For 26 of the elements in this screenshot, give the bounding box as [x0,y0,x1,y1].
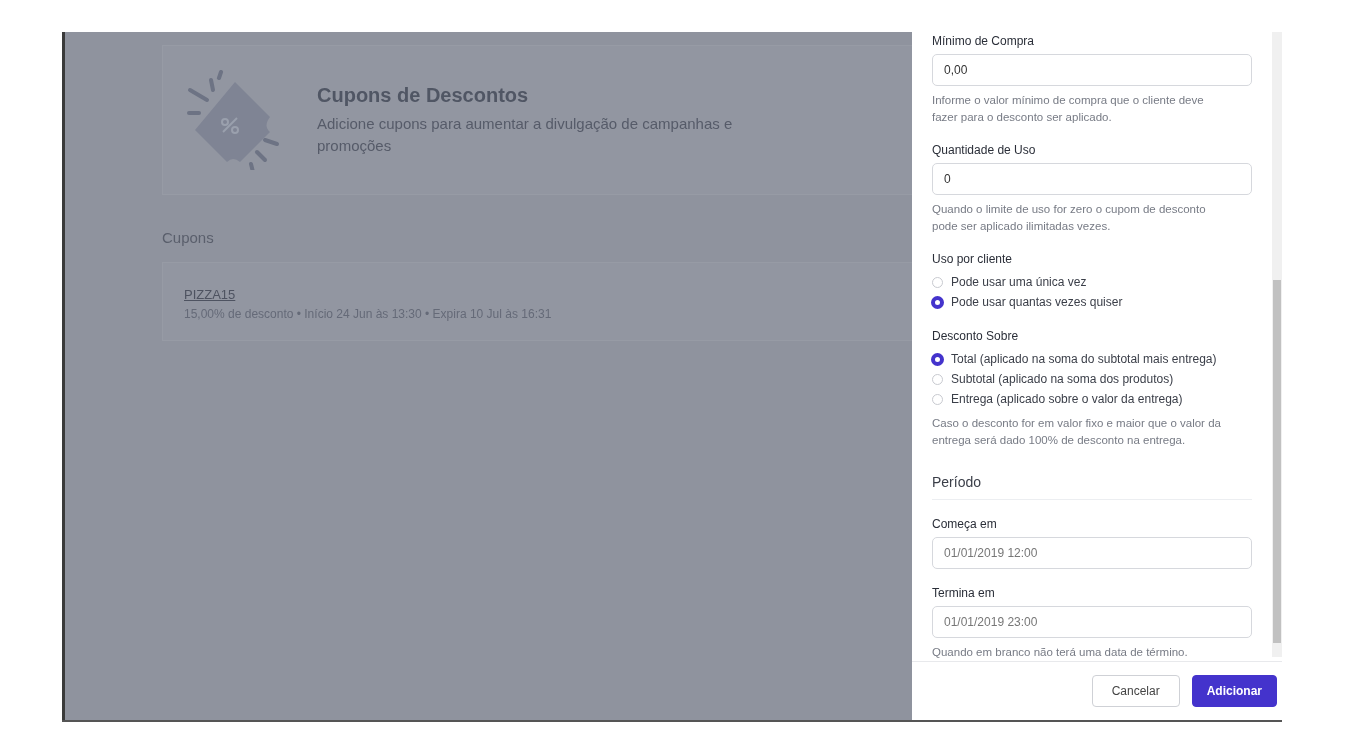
field-label: Começa em [932,517,998,531]
date-input-field[interactable]: 01/01/2019 12:00 [932,537,1252,569]
page-title: Cupons de Descontos [317,83,530,107]
field-label: Mínimo de Compra [932,34,1036,48]
add-button[interactable]: Adicionar [1191,675,1277,707]
help-text: Quando o limite de uso for zero o cupom de desconto pode ser aplicado ilimitadas vezes. [932,202,1207,234]
field-label: Termina em [932,586,996,600]
field-label: Uso por cliente [932,252,1014,266]
radio-button[interactable] [931,352,944,366]
help-text: Quando em branco não terá uma data de término. [932,645,1189,660]
section-title: Período [932,466,1252,500]
input-field[interactable]: 0 [932,163,1252,195]
input-field[interactable]: 0,00 [932,54,1252,86]
radio-option[interactable]: Pode usar uma única vez [932,272,1272,292]
radio-option[interactable]: Subtotal (aplicado na soma dos produtos) [932,369,1272,389]
field-label: Quantidade de Uso [932,143,1037,157]
radio-option[interactable]: Pode usar quantas vezes quiser [932,292,1272,312]
page-subtitle: Adicione cupons para aumentar a divulgação de campanhas e promoções [317,113,734,156]
cancel-button[interactable]: Cancelar [1091,675,1180,707]
field-label: Desconto Sobre [932,329,1020,343]
radio-option[interactable]: Total (aplicado na soma do subtotal mais entrega) [932,349,1272,369]
help-text: Informe o valor mínimo de compra que o cliente deve fazer para o desconto ser aplicado. [932,93,1205,125]
help-text: Caso o desconto for em valor fixo e maior que o valor da entrega será dado 100% de desconto na entrega. [932,416,1222,448]
radio-button[interactable] [931,295,944,309]
date-input-field[interactable]: 01/01/2019 23:00 [932,606,1252,638]
radio-option[interactable]: Entrega (aplicado sobre o valor da entrega) [932,389,1272,409]
